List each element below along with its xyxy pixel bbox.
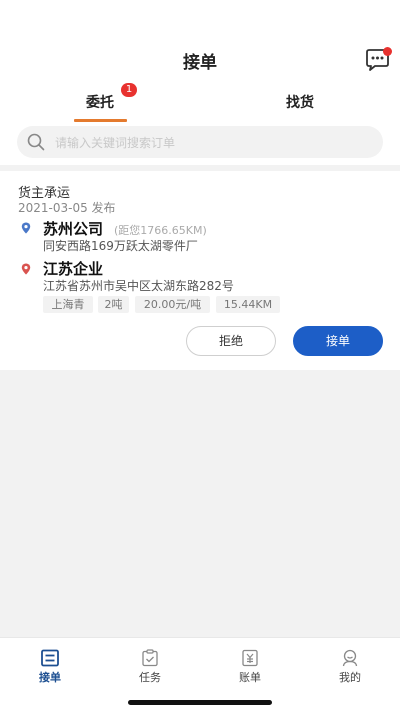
nav-item-profile[interactable]: 我的	[300, 638, 400, 688]
page-title: 接单	[183, 53, 217, 73]
nav-item-tasks[interactable]: 任务	[100, 638, 200, 688]
tag-goods: 上海青	[43, 296, 93, 313]
destination-pin-icon	[21, 263, 31, 275]
tab-entrust-label: 委托	[86, 95, 114, 111]
search-input[interactable]: 请输入关键词搜索订单	[17, 126, 383, 158]
destination-name: 江苏企业	[43, 260, 104, 278]
nav-label-tasks: 任务	[139, 671, 161, 684]
tag-distance: 15.44KM	[216, 296, 280, 313]
origin-pin-icon	[21, 222, 31, 234]
nav-label-profile: 我的	[339, 671, 361, 684]
tab-badge: 1	[121, 83, 137, 97]
bill-icon	[242, 649, 258, 667]
profile-icon	[342, 649, 358, 667]
message-button[interactable]	[364, 47, 392, 73]
list-icon	[41, 649, 59, 667]
search-placeholder: 请输入关键词搜索订单	[55, 136, 176, 150]
tab-active-indicator	[74, 119, 127, 122]
origin-name: 苏州公司	[43, 220, 104, 238]
nav-label-orders: 接单	[39, 671, 61, 684]
destination-address: 江苏省苏州市吴中区太湖东路282号	[43, 279, 234, 293]
screen: 接单 委托 1 找货 请输入关键词搜索订单 货主承运 2021-03-05 发布…	[0, 0, 400, 711]
tab-find-goods[interactable]: 找货	[200, 86, 400, 122]
search-icon	[27, 133, 45, 151]
nav-item-bills[interactable]: 账单	[200, 638, 300, 688]
tab-find-goods-label: 找货	[286, 95, 314, 111]
order-date: 2021-03-05 发布	[18, 201, 116, 215]
order-card[interactable]: 货主承运 2021-03-05 发布 苏州公司 (距您1766.65KM) 同安…	[0, 171, 400, 370]
task-icon	[142, 649, 158, 667]
tag-weight: 2吨	[98, 296, 129, 313]
tag-price: 20.00元/吨	[135, 296, 210, 313]
origin-address: 同安西路169万跃太湖零件厂	[43, 239, 198, 253]
tab-bar: 委托 1 找货	[0, 83, 400, 122]
home-indicator	[128, 700, 272, 705]
header: 接单 委托 1 找货 请输入关键词搜索订单	[0, 0, 400, 165]
nav-item-orders[interactable]: 接单	[0, 638, 100, 688]
tab-entrust[interactable]: 委托 1	[0, 83, 200, 122]
origin-distance: (距您1766.65KM)	[114, 224, 207, 237]
unread-dot	[383, 47, 392, 56]
reject-button[interactable]: 拒绝	[186, 326, 276, 356]
nav-label-bills: 账单	[239, 671, 261, 684]
accept-button[interactable]: 接单	[293, 326, 383, 356]
